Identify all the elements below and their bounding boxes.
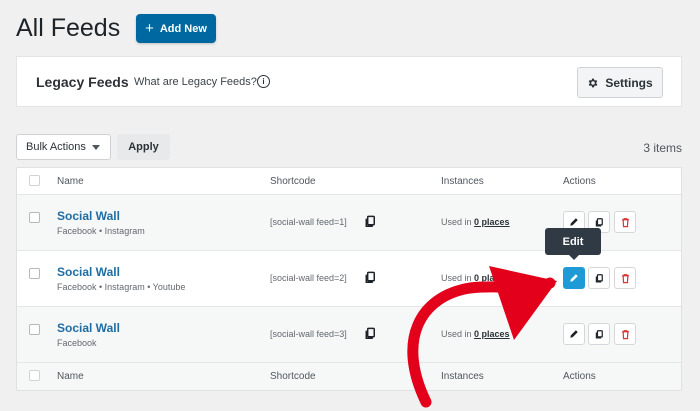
row-checkbox[interactable] [29, 268, 40, 279]
feed-name-link[interactable]: Social Wall [57, 209, 120, 223]
instances-text: Used in 0 places [441, 217, 510, 227]
gear-icon [589, 78, 598, 87]
edit-button[interactable] [563, 323, 585, 345]
duplicate-button[interactable] [588, 267, 610, 289]
table-row: Social Wall Facebook • Instagram • Youtu… [17, 251, 681, 307]
column-footer-name[interactable]: Name [57, 371, 84, 382]
instances-text: Used in 0 places [441, 329, 510, 339]
legacy-feeds-title: Legacy Feeds [36, 74, 129, 90]
delete-button[interactable] [614, 267, 636, 289]
copy-icon[interactable] [363, 214, 378, 229]
bulk-actions-select[interactable]: Bulk Actions [16, 134, 111, 160]
add-new-label: Add New [159, 22, 207, 35]
feed-name-link[interactable]: Social Wall [57, 265, 120, 279]
feed-sources: Facebook • Instagram [57, 226, 145, 236]
settings-button[interactable]: Settings [577, 67, 663, 98]
pencil-icon [570, 330, 578, 338]
copy-icon [595, 217, 603, 227]
settings-label: Settings [605, 75, 653, 90]
pencil-icon [570, 274, 578, 282]
edit-button[interactable] [563, 267, 585, 289]
page-title: All Feeds [16, 14, 121, 42]
table-row: Social Wall Facebook [social-wall feed=3… [17, 307, 681, 363]
feed-name-link[interactable]: Social Wall [57, 321, 120, 335]
item-count: 3 items [643, 141, 682, 155]
add-new-button[interactable]: + Add New [136, 14, 216, 43]
column-footer-actions: Actions [563, 371, 596, 382]
column-header-actions: Actions [563, 176, 596, 187]
table-footer-row: Name Shortcode Instances Actions [17, 363, 681, 390]
shortcode-text: [social-wall feed=3] [270, 329, 347, 339]
trash-icon [621, 273, 629, 283]
apply-button[interactable]: Apply [117, 134, 170, 160]
row-checkbox[interactable] [29, 324, 40, 335]
legacy-feeds-panel: Legacy Feeds What are Legacy Feeds? i Se… [16, 56, 682, 107]
delete-button[interactable] [614, 211, 636, 233]
trash-icon [621, 329, 629, 339]
info-icon[interactable]: i [257, 75, 270, 88]
trash-icon [621, 217, 629, 227]
plus-icon: + [145, 20, 154, 37]
table-header-row: Name Shortcode Instances Actions [17, 168, 681, 195]
instances-text: Used in 0 places [441, 273, 510, 283]
feeds-table: Name Shortcode Instances Actions Social … [16, 167, 682, 391]
instances-link[interactable]: 0 places [474, 217, 510, 227]
instances-link[interactable]: 0 places [474, 273, 510, 283]
copy-icon[interactable] [363, 326, 378, 341]
delete-button[interactable] [614, 323, 636, 345]
duplicate-button[interactable] [588, 323, 610, 345]
shortcode-text: [social-wall feed=1] [270, 217, 347, 227]
select-all-checkbox[interactable] [29, 175, 40, 186]
instances-prefix: Used in [441, 273, 472, 283]
pencil-icon [570, 218, 578, 226]
legacy-feeds-question[interactable]: What are Legacy Feeds? [134, 76, 257, 88]
feed-sources: Facebook • Instagram • Youtube [57, 282, 186, 292]
copy-icon[interactable] [363, 270, 378, 285]
row-checkbox[interactable] [29, 212, 40, 223]
copy-icon [595, 329, 603, 339]
instances-prefix: Used in [441, 329, 472, 339]
copy-icon [595, 273, 603, 283]
column-header-shortcode: Shortcode [270, 176, 316, 187]
instances-link[interactable]: 0 places [474, 329, 510, 339]
feed-sources: Facebook [57, 338, 97, 348]
column-footer-instances: Instances [441, 371, 484, 382]
column-header-instances: Instances [441, 176, 484, 187]
bulk-actions-value: Bulk Actions [26, 141, 86, 153]
select-all-checkbox[interactable] [29, 370, 40, 381]
column-header-name[interactable]: Name [57, 176, 84, 187]
edit-tooltip: Edit [545, 228, 601, 260]
column-footer-shortcode: Shortcode [270, 371, 316, 382]
shortcode-text: [social-wall feed=2] [270, 273, 347, 283]
caret-down-icon [92, 145, 100, 150]
instances-prefix: Used in [441, 217, 472, 227]
